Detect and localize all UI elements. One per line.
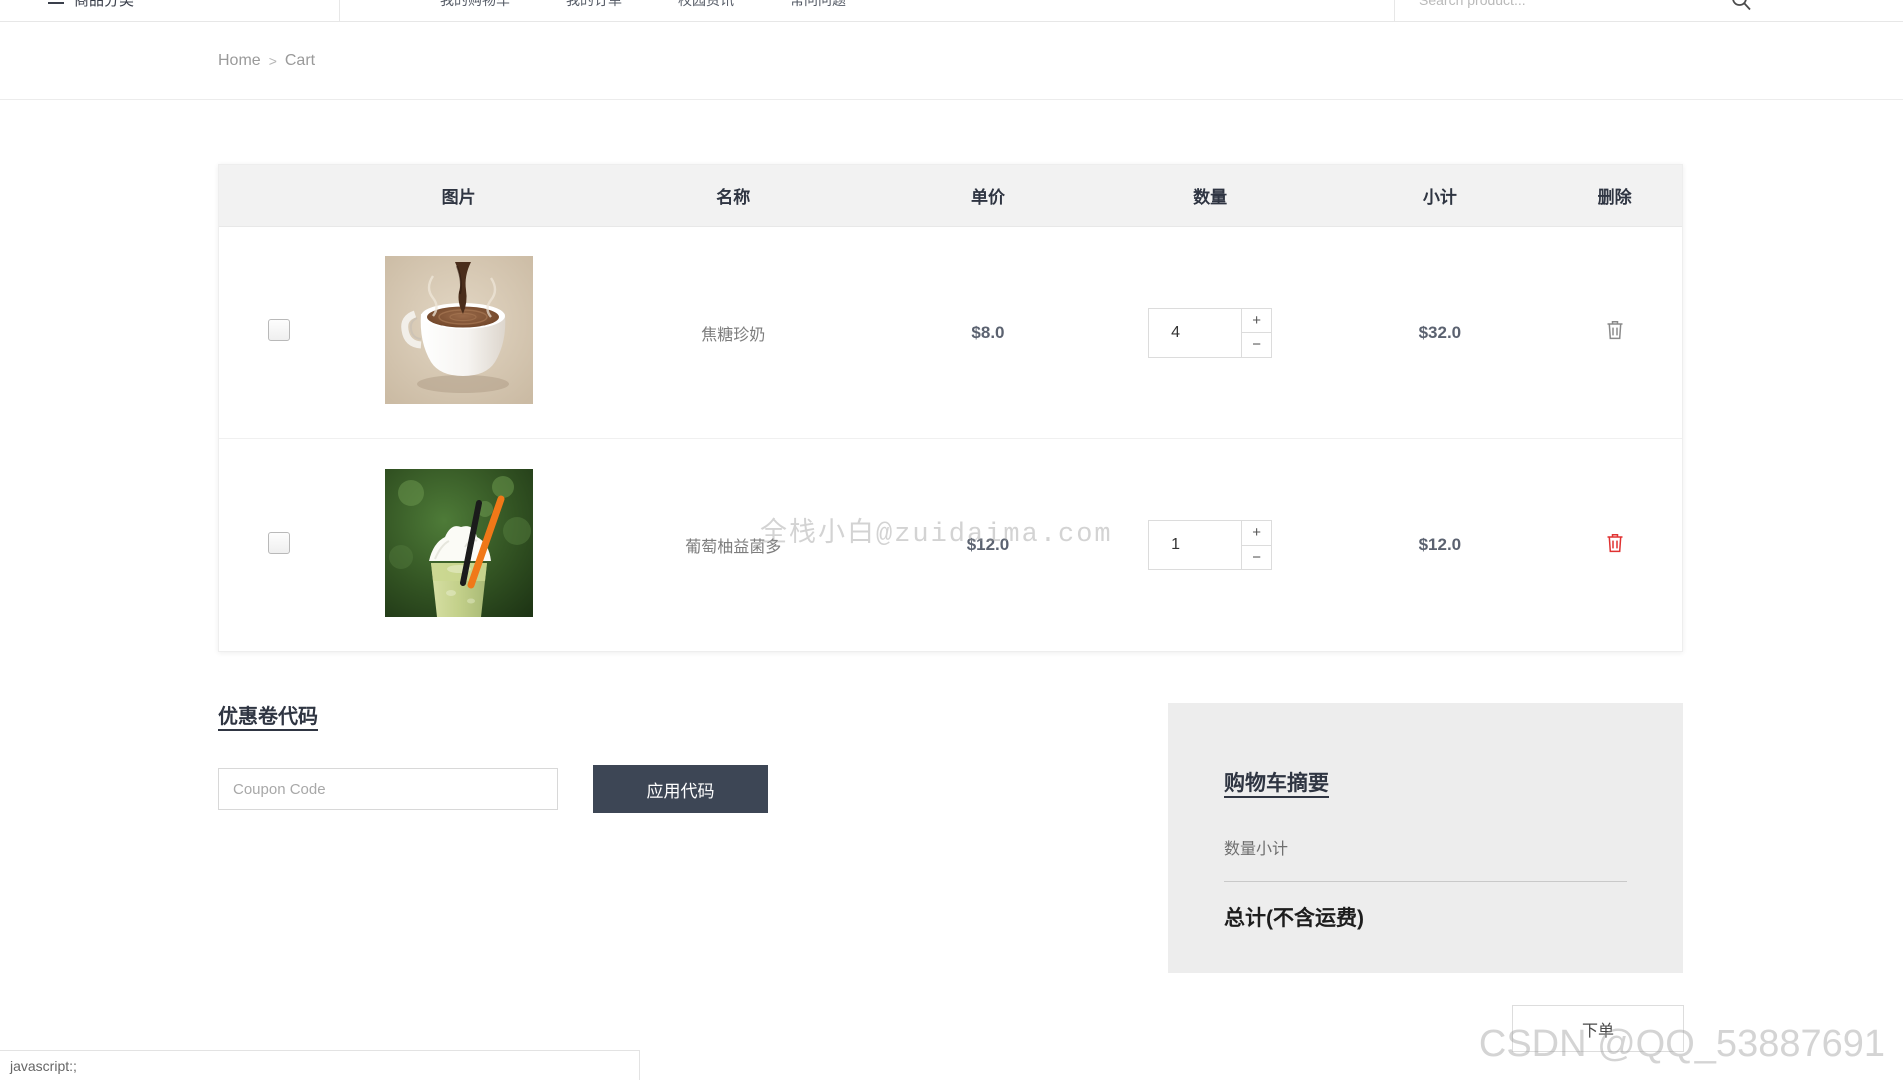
row-remove-cell: [1547, 319, 1682, 346]
quantity-stepper-buttons: + −: [1241, 308, 1272, 357]
row-checkbox[interactable]: [267, 531, 290, 554]
search-icon[interactable]: [1729, 0, 1753, 12]
quantity-input[interactable]: [1149, 521, 1242, 569]
product-name: 葡萄柚益菌多: [685, 539, 782, 556]
breadcrumb-home[interactable]: Home: [218, 52, 261, 70]
quantity-increment-button[interactable]: +: [1242, 521, 1272, 546]
cart-table-header: 图片 名称 单价 数量 小计 删除: [219, 165, 1682, 227]
nav-links: 我的购物车 我的订单 校园资讯 常问问题: [440, 0, 846, 10]
column-header-image: 图片: [441, 188, 476, 207]
breadcrumb-current: Cart: [284, 51, 316, 69]
status-bar-text: javascript:;: [10, 1057, 77, 1074]
table-row: 焦糖珍奶 $8.0 + − $32.0: [219, 227, 1682, 439]
row-image-cell: [339, 256, 579, 409]
breadcrumb-separator: >: [268, 52, 277, 69]
quantity-input[interactable]: [1149, 308, 1242, 357]
row-quantity-cell: + −: [1088, 307, 1333, 358]
summary-subtotal-label: 数量小计: [1224, 841, 1289, 858]
product-category-label: 商品分类: [74, 0, 135, 9]
product-subtotal: $12.0: [1418, 535, 1462, 554]
column-header-quantity: 数量: [1193, 188, 1228, 207]
nav-item-my-cart[interactable]: 我的购物车: [440, 0, 510, 10]
product-unit-price: $8.0: [971, 322, 1005, 342]
column-header-subtotal: 小计: [1422, 188, 1457, 207]
coupon-section-title: 优惠卷代码: [218, 706, 318, 728]
quantity-stepper-buttons: + −: [1241, 521, 1272, 570]
row-quantity-cell: + −: [1088, 520, 1333, 570]
quantity-stepper: + −: [1148, 520, 1273, 570]
coupon-code-input[interactable]: [218, 768, 558, 810]
nav-item-faq[interactable]: 常问问题: [790, 0, 846, 10]
column-header-remove: 删除: [1597, 188, 1632, 207]
cart-summary-panel: 购物车摘要 数量小计 总计(不含运费): [1168, 703, 1683, 973]
product-thumbnail[interactable]: [384, 468, 533, 617]
product-category-menu[interactable]: 商品分类: [0, 0, 340, 22]
cart-summary-title: 购物车摘要: [1224, 772, 1329, 795]
quantity-increment-button[interactable]: +: [1242, 309, 1272, 333]
summary-total-label: 总计(不含运费): [1224, 907, 1364, 930]
trash-icon[interactable]: [1605, 532, 1625, 559]
top-navigation-bar: 商品分类 我的购物车 我的订单 校园资讯 常问问题: [0, 0, 1903, 22]
product-unit-price: $12.0: [966, 535, 1010, 554]
trash-icon[interactable]: [1605, 319, 1625, 346]
hamburger-icon: [48, 0, 64, 5]
browser-status-bar: javascript:;: [0, 1050, 640, 1080]
column-header-unit-price: 单价: [970, 188, 1005, 207]
nav-item-my-orders[interactable]: 我的订单: [566, 0, 622, 10]
quantity-stepper: + −: [1148, 307, 1273, 358]
quantity-decrement-button[interactable]: −: [1242, 546, 1271, 570]
row-checkbox[interactable]: [267, 319, 290, 341]
row-select-cell: [219, 319, 339, 346]
row-remove-cell: [1547, 532, 1682, 559]
cart-table: 图片 名称 单价 数量 小计 删除 焦糖珍奶 $8.0 4 + − $32.0 …: [218, 164, 1683, 652]
table-row: 葡萄柚益菌多 $12.0 + − $12.0: [219, 439, 1682, 651]
search-area: [1394, 0, 1753, 22]
cart-page: 商品分类 我的购物车 我的订单 校园资讯 常问问题 Home > Cart: [0, 0, 1903, 1080]
product-thumbnail[interactable]: [384, 256, 533, 404]
column-header-name: 名称: [716, 188, 751, 207]
product-subtotal: $32.0: [1418, 322, 1462, 342]
place-order-button[interactable]: 下单: [1512, 1005, 1684, 1052]
nav-item-campus-news[interactable]: 校园资讯: [678, 0, 734, 10]
quantity-decrement-button[interactable]: −: [1242, 333, 1271, 357]
row-image-cell: [339, 468, 579, 622]
breadcrumb: Home > Cart: [218, 52, 315, 70]
breadcrumb-bar: Home > Cart: [0, 22, 1903, 100]
product-name: 焦糖珍奶: [701, 326, 766, 344]
row-select-cell: [219, 531, 339, 559]
apply-coupon-button[interactable]: 应用代码: [593, 765, 768, 813]
search-input[interactable]: [1417, 0, 1717, 9]
